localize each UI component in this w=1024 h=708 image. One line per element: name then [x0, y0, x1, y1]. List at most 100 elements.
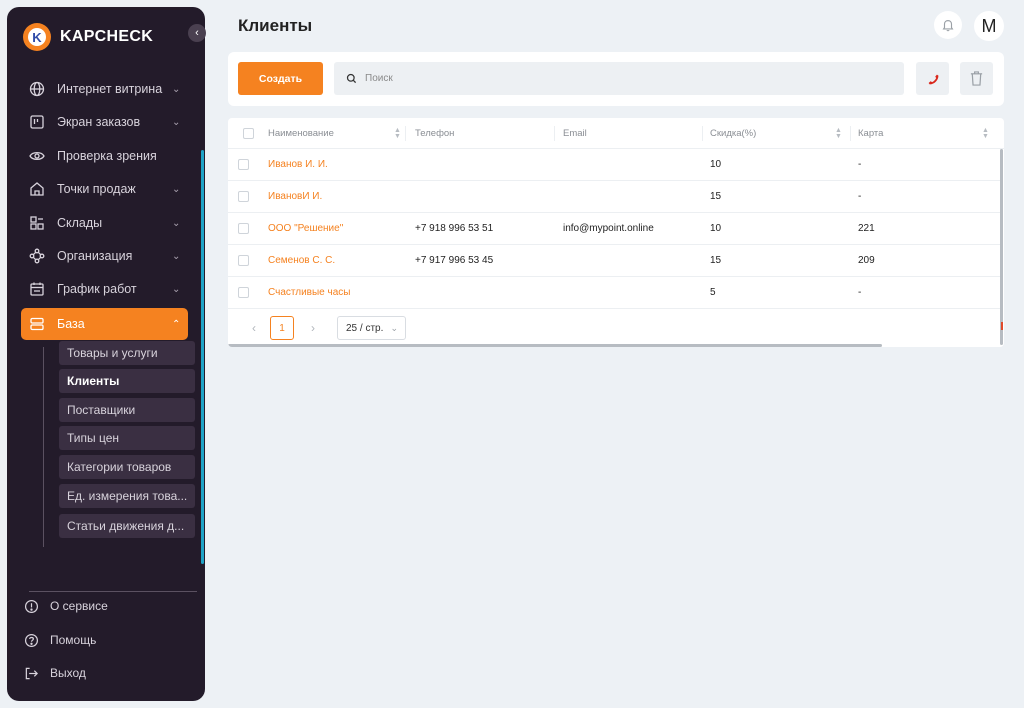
sidebar-item-label: Проверка зрения — [57, 149, 157, 163]
next-page-button[interactable]: › — [305, 320, 321, 336]
column-header-card[interactable]: Карта ▲ ▼ — [858, 118, 989, 149]
cell-name[interactable]: Иванов И. И. — [268, 149, 328, 180]
info-icon — [22, 599, 40, 614]
globe-icon — [28, 80, 46, 98]
sidebar-item-label: Склады — [57, 216, 103, 230]
cell-card: - — [858, 287, 862, 298]
sidebar-item-sales-points[interactable]: Точки продаж ⌄ — [21, 174, 188, 204]
row-checkbox[interactable] — [238, 255, 249, 266]
cell-phone: +7 918 996 53 51 — [415, 223, 494, 234]
calendar-icon — [28, 280, 46, 298]
delete-button[interactable] — [960, 62, 993, 95]
pagination: ‹ 1 › 25 / стр. ⌄ — [228, 316, 528, 340]
column-label: Скидка(%) — [710, 128, 757, 139]
submenu-item-clients[interactable]: Клиенты — [59, 369, 195, 393]
column-header-email[interactable]: Email — [563, 118, 587, 149]
sidebar-item-label: База — [57, 317, 85, 331]
help-link[interactable]: Помощь — [22, 628, 96, 652]
cell-name[interactable]: Семенов С. С. — [268, 245, 335, 276]
cell-name[interactable]: Счастливые часы — [268, 277, 350, 308]
cell-name[interactable]: ООО "Решение" — [268, 213, 343, 244]
table-row[interactable]: ИвановИ И. 15 - — [228, 181, 1000, 213]
chevron-down-icon: ⌄ — [172, 217, 181, 229]
call-button[interactable] — [916, 62, 949, 95]
sidebar-collapse-button[interactable]: ‹ — [188, 24, 206, 42]
table-header: Наименование ▲ ▼ Телефон Email Скидка(%) … — [228, 118, 1004, 149]
warehouse-icon — [28, 214, 46, 232]
sidebar-item-label: Интернет витрина — [57, 82, 163, 96]
chevron-left-icon: ‹ — [195, 27, 199, 39]
kanban-icon — [28, 113, 46, 131]
column-header-phone[interactable]: Телефон — [415, 118, 454, 149]
sidebar-item-warehouses[interactable]: Склады ⌄ — [21, 208, 188, 238]
column-label: Карта — [858, 128, 884, 139]
create-button[interactable]: Создать — [238, 62, 323, 95]
brand-name: KAPCHECK — [60, 28, 154, 45]
column-label: Телефон — [415, 128, 455, 139]
bell-icon — [942, 20, 954, 32]
table-row[interactable]: Семенов С. С. +7 917 996 53 45 15 209 — [228, 245, 1000, 277]
row-checkbox[interactable] — [238, 287, 249, 298]
chevron-down-icon: ⌄ — [172, 250, 181, 262]
brand-logo[interactable]: K KAPCHECK — [23, 23, 153, 51]
cell-name[interactable]: ИвановИ И. — [268, 181, 322, 212]
page-size-select[interactable]: 25 / стр. ⌄ — [337, 316, 406, 340]
cell-email: info@mypoint.online — [563, 223, 654, 234]
submenu-item-suppliers[interactable]: Поставщики — [59, 398, 195, 422]
phone-icon — [928, 74, 938, 84]
column-label: Наименование — [268, 128, 334, 139]
chevron-down-icon: ⌄ — [172, 183, 181, 195]
about-label: О сервисе — [50, 599, 108, 613]
scroll-marker — [1001, 322, 1003, 330]
sidebar-item-schedule[interactable]: График работ ⌄ — [21, 274, 188, 304]
sidebar-item-label: Организация — [57, 249, 133, 263]
brand-badge-icon: K — [23, 23, 51, 51]
cell-discount: 15 — [710, 255, 722, 266]
search-input[interactable] — [365, 73, 865, 84]
chevron-down-icon: ⌄ — [172, 83, 181, 95]
sort-icon: ▲ ▼ — [982, 127, 989, 140]
prev-page-button[interactable]: ‹ — [246, 320, 262, 336]
help-icon — [22, 633, 40, 648]
sidebar-item-order-screen[interactable]: Экран заказов ⌄ — [21, 107, 188, 137]
submenu-item-units[interactable]: Ед. измерения това... — [59, 484, 195, 508]
submenu-item-categories[interactable]: Категории товаров — [59, 455, 195, 479]
avatar[interactable]: M — [974, 11, 1004, 41]
cell-card: 209 — [858, 255, 875, 266]
column-header-discount[interactable]: Скидка(%) ▲ ▼ — [710, 118, 842, 149]
sidebar-item-storefront[interactable]: Интернет витрина ⌄ — [21, 74, 188, 104]
row-checkbox[interactable] — [238, 191, 249, 202]
chevron-left-icon: ‹ — [252, 321, 256, 335]
table-row[interactable]: Иванов И. И. 10 - — [228, 149, 1000, 181]
trash-icon — [970, 71, 983, 86]
sidebar-scrollbar[interactable] — [201, 150, 204, 564]
eye-icon — [28, 147, 46, 165]
column-divider — [850, 126, 851, 141]
sidebar-item-database[interactable]: База ⌃ — [21, 308, 188, 340]
sidebar-item-organization[interactable]: Организация ⌄ — [21, 241, 188, 271]
select-all-checkbox[interactable] — [243, 128, 254, 139]
page-number-current[interactable]: 1 — [270, 316, 294, 340]
sort-icon: ▲ ▼ — [394, 127, 401, 140]
sidebar-item-vision-check[interactable]: Проверка зрения — [21, 141, 188, 171]
table-vertical-scrollbar[interactable] — [1000, 149, 1003, 345]
cell-card: 221 — [858, 223, 875, 234]
row-checkbox[interactable] — [238, 159, 249, 170]
notifications-button[interactable] — [934, 11, 962, 39]
table-row[interactable]: Счастливые часы 5 - — [228, 277, 1000, 309]
sidebar-item-label: График работ — [57, 282, 137, 296]
column-header-name[interactable]: Наименование ▲ ▼ — [268, 118, 401, 149]
logout-link[interactable]: Выход — [22, 661, 86, 685]
table-horizontal-scrollbar[interactable] — [228, 344, 882, 347]
cell-phone: +7 917 996 53 45 — [415, 255, 494, 266]
row-checkbox[interactable] — [238, 223, 249, 234]
search-box[interactable] — [334, 62, 904, 95]
submenu-item-price-types[interactable]: Типы цен — [59, 426, 195, 450]
chevron-right-icon: › — [311, 321, 315, 335]
submenu-item-money-flow[interactable]: Статьи движения д... — [59, 514, 195, 538]
submenu-item-goods[interactable]: Товары и услуги — [59, 341, 195, 365]
column-divider — [554, 126, 555, 141]
table-row[interactable]: ООО "Решение" +7 918 996 53 51 info@mypo… — [228, 213, 1000, 245]
about-link[interactable]: О сервисе — [22, 594, 108, 618]
sidebar-item-label: Точки продаж — [57, 182, 136, 196]
